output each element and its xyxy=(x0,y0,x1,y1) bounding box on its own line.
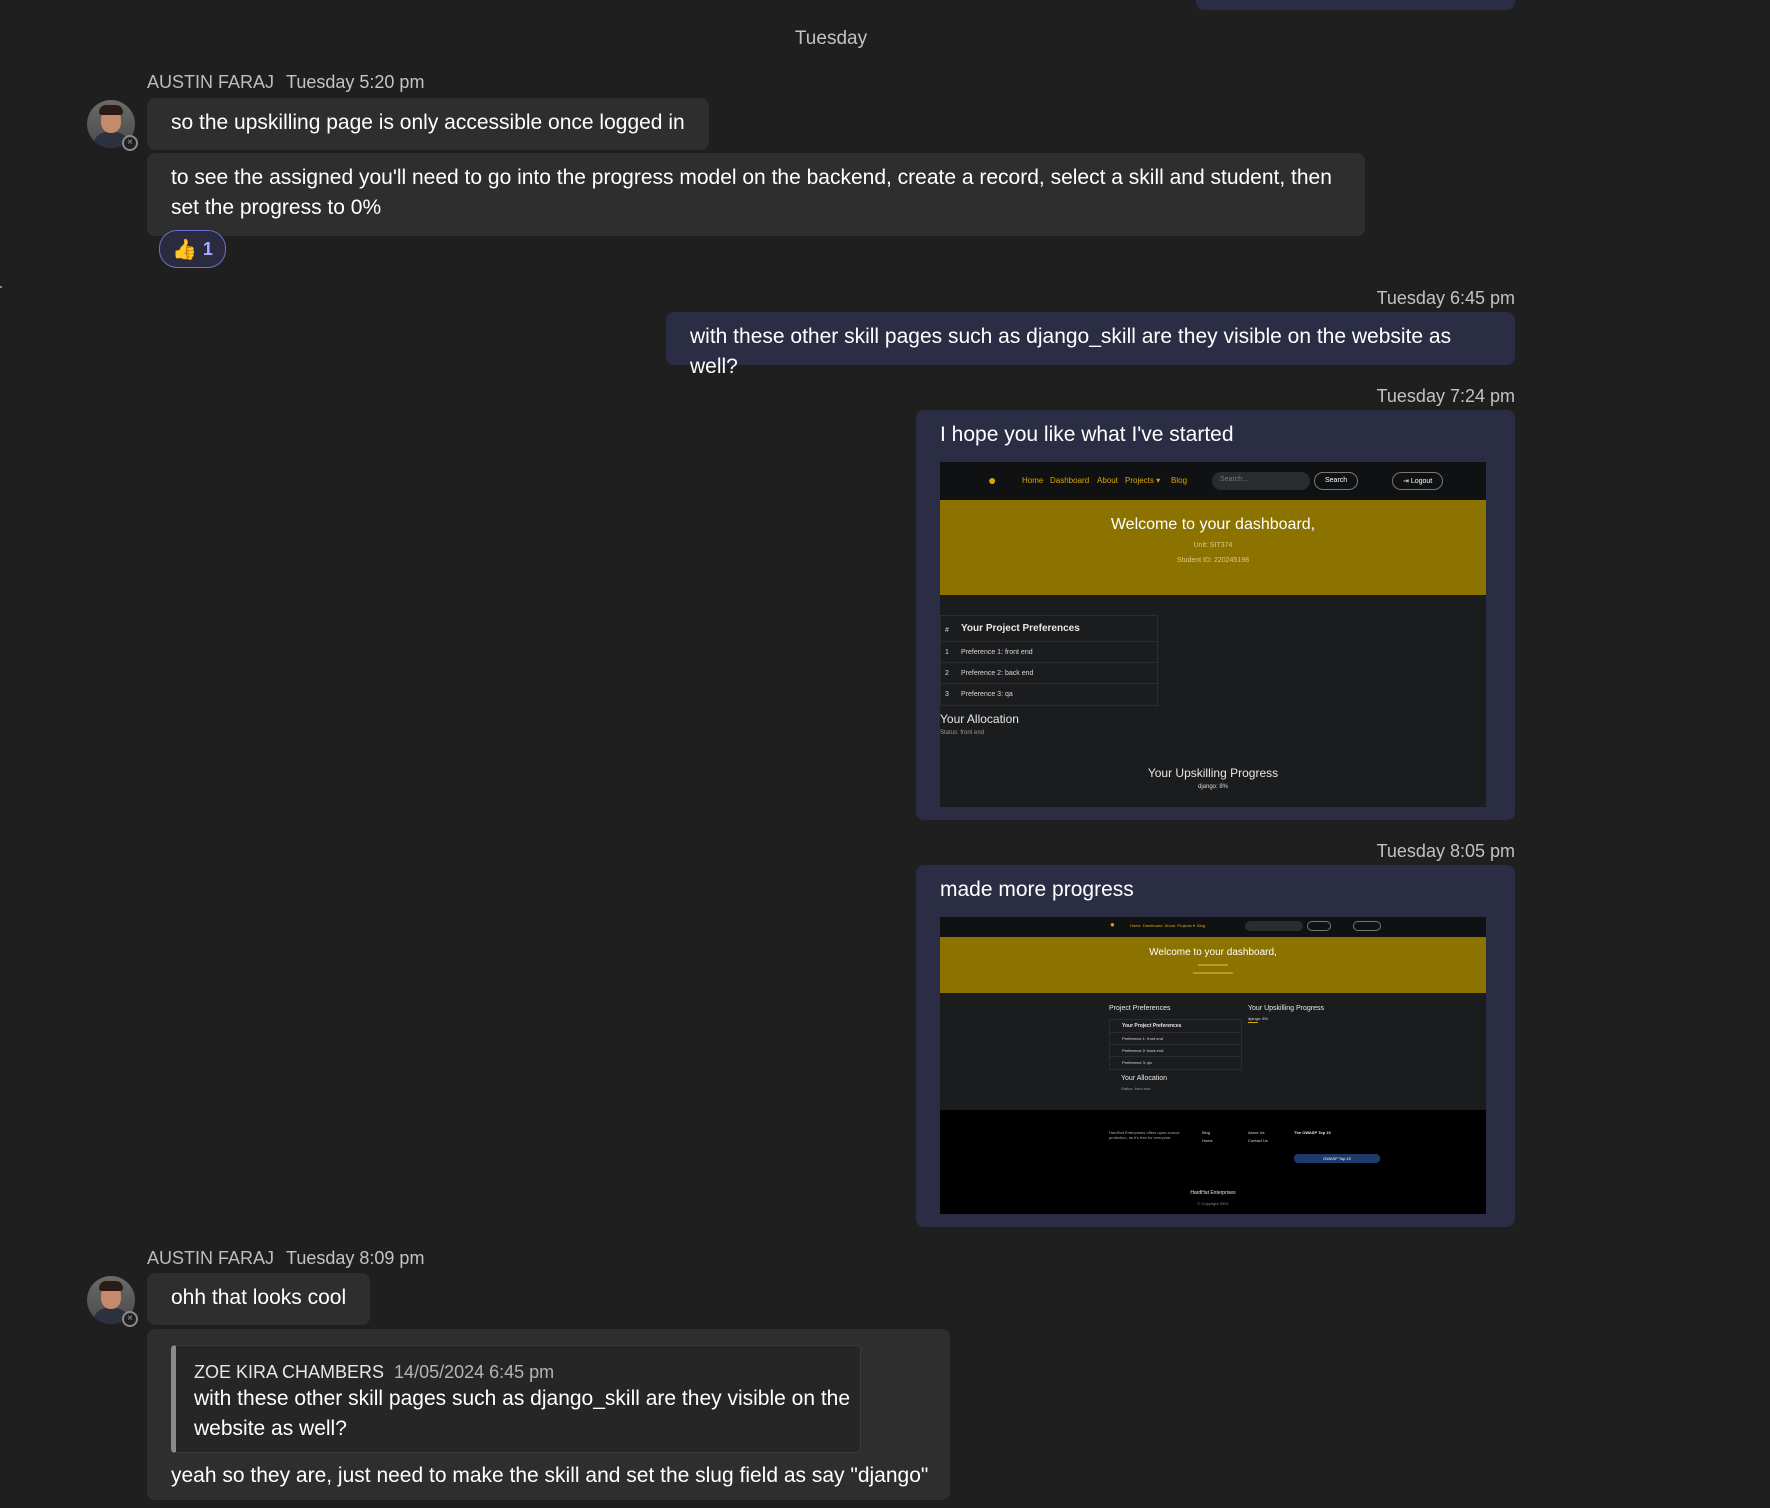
attached-screenshot[interactable]: ● Home Dashboard About Projects ▾ Blog W… xyxy=(940,917,1486,1214)
nav-logout: ⇥ Logout xyxy=(1392,472,1444,490)
quote-header: ZOE KIRA CHAMBERS 14/05/2024 6:45 pm xyxy=(194,1357,554,1387)
upskilling-heading: Your Upskilling Progress xyxy=(1248,1005,1324,1012)
message-text: made more progress xyxy=(940,878,1134,901)
message-bubble[interactable]: so the upskilling page is only accessibl… xyxy=(147,98,709,150)
quote-author: ZOE KIRA CHAMBERS xyxy=(194,1362,385,1382)
allocation-status: Status: front end xyxy=(1121,1086,1151,1091)
upskilling-value: django: 8% xyxy=(1197,784,1229,790)
sender-name: AUSTIN FARAJ xyxy=(147,72,275,92)
thumbs-up-icon: 👍 xyxy=(172,238,197,261)
sender-name: AUSTIN FARAJ xyxy=(147,1248,275,1268)
screenshot-hero: Welcome to your dashboard, Unit: SIT374 … xyxy=(940,500,1486,595)
attached-screenshot[interactable]: ● Home Dashboard About Projects ▾ Blog S… xyxy=(940,462,1486,807)
nav-blog: Blog xyxy=(1171,476,1188,485)
avatar[interactable]: × xyxy=(87,1276,138,1327)
hero-student-id: Student ID: 220245198 xyxy=(1176,557,1249,564)
nav-dashboard: Dashboard xyxy=(1050,476,1090,485)
allocation-heading: Your Allocation xyxy=(1121,1075,1168,1082)
date-separator: Tuesday xyxy=(794,28,868,49)
message-text: yeah so they are, just need to make the … xyxy=(171,1464,929,1487)
upskilling-value: django: 8% xyxy=(1248,1016,1269,1021)
allocation-heading: Your Allocation xyxy=(940,712,1019,726)
offline-status-icon: × xyxy=(122,1311,138,1327)
message-header: AUSTIN FARAJ Tuesday 8:09 pm xyxy=(147,1248,424,1269)
pref-heading: Your Project Preferences xyxy=(961,623,1080,634)
nav-search-button: Search xyxy=(1314,472,1359,490)
preferences-table: Your Project Preferences Preference 1: f… xyxy=(1109,1019,1242,1070)
screenshot-hero: Welcome to your dashboard, xyxy=(940,937,1486,993)
screenshot-navbar: ● Home Dashboard About Projects ▾ Blog S… xyxy=(940,462,1486,500)
message-timestamp: Tuesday 6:45 pm xyxy=(1376,288,1515,308)
pref-row: Preference 2: back end xyxy=(961,670,1034,677)
previous-message-bubble xyxy=(1196,0,1515,10)
nav-about: About xyxy=(1097,476,1118,485)
preferences-table: # Your Project Preferences 1 Preference … xyxy=(940,615,1158,706)
message-bubble[interactable]: ohh that looks cool xyxy=(147,1273,371,1325)
message-bubble[interactable]: to see the assigned you'll need to go in… xyxy=(147,153,1365,236)
hero-title: Welcome to your dashboard, xyxy=(1149,947,1277,958)
message-timestamp: Tuesday 8:05 pm xyxy=(1376,841,1515,861)
reply-message-bubble[interactable]: ZOE KIRA CHAMBERS 14/05/2024 6:45 pm with… xyxy=(147,1329,950,1500)
upskilling-heading: Your Upskilling Progress xyxy=(1147,766,1279,780)
message-header: AUSTIN FARAJ Tuesday 5:20 pm xyxy=(147,72,424,93)
allocation-status: Status: front end xyxy=(940,730,985,736)
message-timestamp: Tuesday 8:09 pm xyxy=(286,1248,425,1268)
reaction-thumbs-up[interactable]: 👍 1 xyxy=(159,230,226,268)
avatar[interactable]: × xyxy=(87,100,138,151)
pref-row: Preference 1: front end xyxy=(961,649,1033,656)
screenshot-footer: HardHat Enterprises offers open-source p… xyxy=(940,1110,1486,1214)
message-text: I hope you like what I've started xyxy=(940,423,1234,446)
scroll-marker xyxy=(0,286,2,288)
quote-text: with these other skill pages such as dja… xyxy=(194,1387,851,1440)
pref-section: Project Preferences xyxy=(1109,1005,1171,1012)
message-bubble[interactable]: with these other skill pages such as dja… xyxy=(666,312,1515,378)
reaction-count: 1 xyxy=(202,238,213,259)
quoted-message[interactable]: ZOE KIRA CHAMBERS 14/05/2024 6:45 pm with… xyxy=(171,1345,861,1453)
hero-title: Welcome to your dashboard, xyxy=(1110,516,1316,533)
screenshot-navbar: ● Home Dashboard About Projects ▾ Blog xyxy=(940,917,1486,937)
bee-logo-icon: ● xyxy=(988,472,997,488)
nav-home: Home xyxy=(1022,476,1044,485)
pref-row: Preference 3: qa xyxy=(961,691,1013,698)
message-timestamp: Tuesday 7:24 pm xyxy=(1376,386,1515,406)
bee-logo-icon: ● xyxy=(1110,920,1115,929)
hero-unit: Unit: SIT374 xyxy=(1193,542,1233,549)
nav-projects: Projects ▾ xyxy=(1125,476,1161,485)
message-timestamp: Tuesday 5:20 pm xyxy=(286,72,425,92)
nav-search: Search... xyxy=(1212,472,1310,490)
quote-date: 14/05/2024 6:45 pm xyxy=(394,1362,555,1382)
offline-status-icon: × xyxy=(122,135,138,151)
